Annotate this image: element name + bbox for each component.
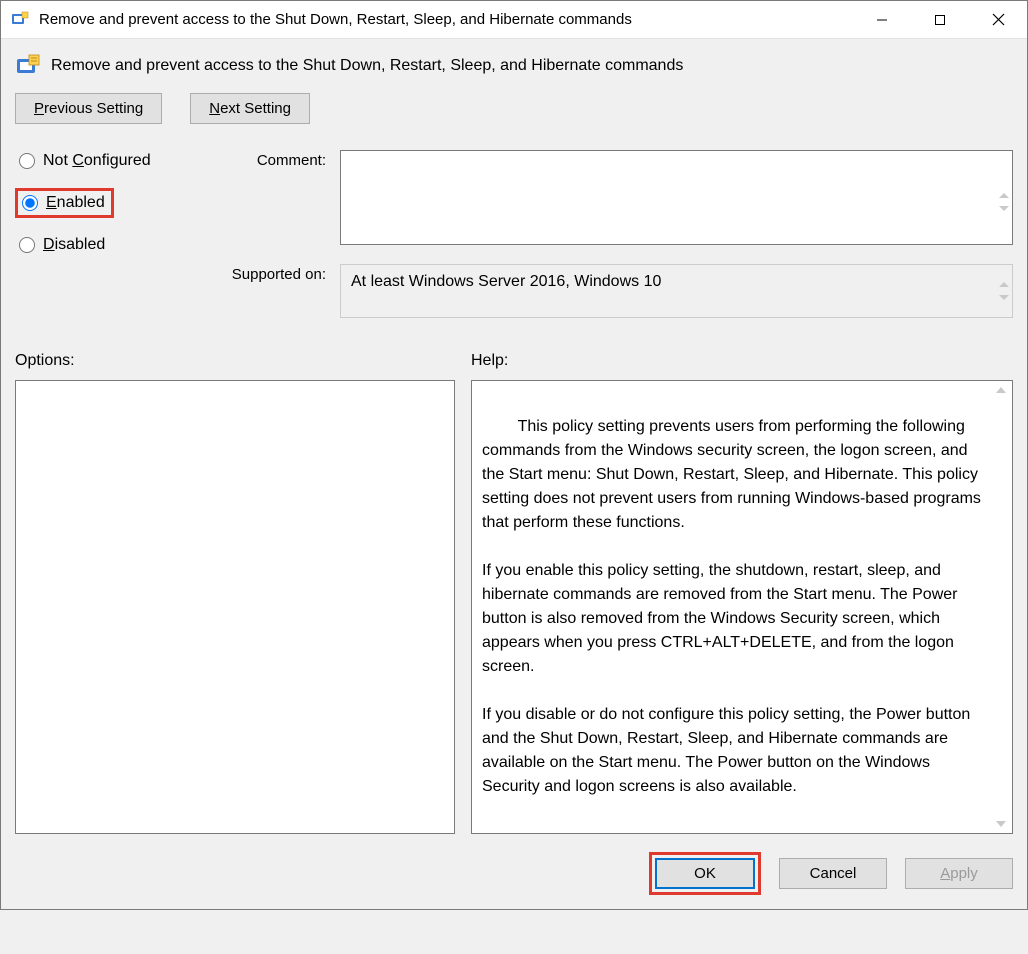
dialog-window: Remove and prevent access to the Shut Do…: [0, 0, 1028, 910]
comment-label: Comment:: [200, 150, 340, 254]
state-radio-group: Not Configured Not Configured Enabled En…: [15, 150, 200, 254]
section-labels: Options: Help:: [15, 352, 1013, 370]
radio-disabled[interactable]: Disabled Disabled: [15, 236, 200, 254]
help-text: This policy setting prevents users from …: [482, 418, 985, 795]
comment-scroll[interactable]: [999, 193, 1009, 211]
dialog-client: Remove and prevent access to the Shut Do…: [1, 39, 1027, 909]
nav-buttons: PPrevious Settingrevious Setting NNext S…: [15, 93, 1013, 124]
chevron-up-icon: [999, 282, 1009, 287]
options-label: Options:: [15, 352, 471, 370]
radio-not-configured-input[interactable]: [19, 153, 35, 169]
panes: This policy setting prevents users from …: [15, 380, 1013, 834]
dialog-footer: OK Cancel Apply Apply: [15, 852, 1013, 895]
enabled-highlight: Enabled Enabled: [15, 188, 114, 218]
state-area: Not Configured Not Configured Enabled En…: [15, 150, 1013, 318]
chevron-down-icon: [999, 206, 1009, 211]
cancel-button[interactable]: Cancel: [779, 858, 887, 889]
chevron-down-icon: [996, 821, 1006, 827]
policy-header: Remove and prevent access to the Shut Do…: [15, 39, 1013, 93]
previous-setting-button[interactable]: PPrevious Settingrevious Setting: [15, 93, 162, 124]
radio-not-configured[interactable]: Not Configured Not Configured: [15, 152, 200, 170]
radio-disabled-input[interactable]: [19, 237, 35, 253]
chevron-up-icon: [996, 387, 1006, 393]
supported-on-box: At least Windows Server 2016, Windows 10: [340, 264, 1013, 318]
maximize-button[interactable]: [911, 1, 969, 39]
window-title: Remove and prevent access to the Shut Do…: [39, 11, 632, 28]
supported-scroll[interactable]: [999, 282, 1009, 300]
close-button[interactable]: [969, 1, 1027, 39]
comment-textarea[interactable]: [340, 150, 1013, 245]
options-pane: [15, 380, 455, 834]
chevron-down-icon: [999, 295, 1009, 300]
help-scrollbar[interactable]: [992, 381, 1010, 833]
app-icon: [11, 11, 29, 29]
minimize-button[interactable]: [853, 1, 911, 39]
next-setting-button[interactable]: NNext Settingext Setting: [190, 93, 310, 124]
title-bar: Remove and prevent access to the Shut Do…: [1, 1, 1027, 39]
chevron-up-icon: [999, 193, 1009, 198]
radio-enabled[interactable]: Enabled Enabled: [18, 194, 105, 212]
policy-title: Remove and prevent access to the Shut Do…: [51, 57, 683, 75]
help-pane: This policy setting prevents users from …: [471, 380, 1013, 834]
ok-highlight: OK: [649, 852, 761, 895]
radio-enabled-input[interactable]: [22, 195, 38, 211]
supported-label: Supported on:: [200, 264, 340, 318]
policy-icon: [15, 53, 41, 79]
ok-button[interactable]: OK: [655, 858, 755, 889]
apply-button[interactable]: Apply Apply: [905, 858, 1013, 889]
help-label: Help:: [471, 352, 1013, 370]
